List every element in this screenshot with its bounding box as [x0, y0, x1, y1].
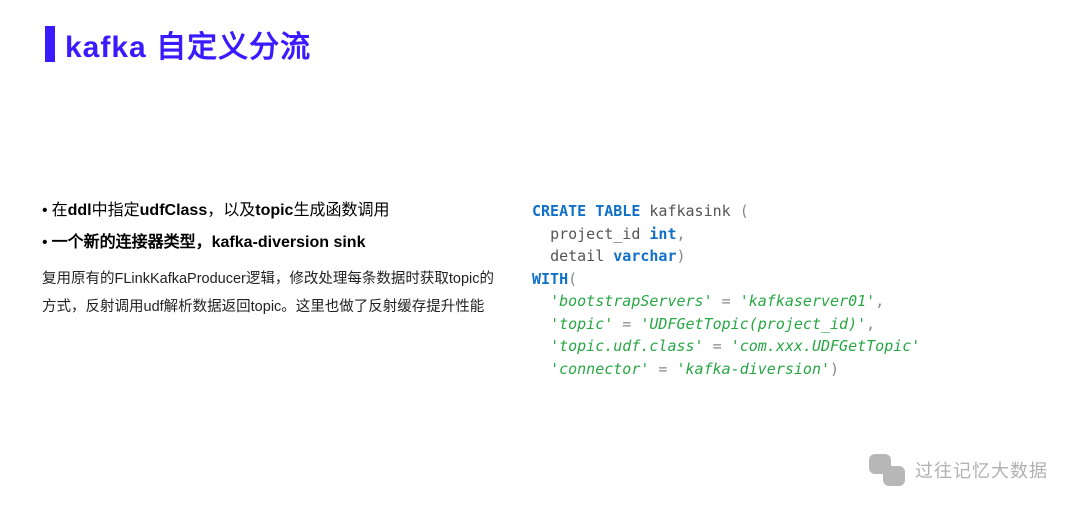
string: 'UDFGetTopic(project_id)' — [640, 315, 866, 333]
watermark: 过往记忆大数据 — [869, 454, 1048, 486]
bullet-item-2: •一个新的连接器类型，kafka-diversion sink — [42, 228, 502, 258]
code-column: CREATE TABLE kafkasink ( project_id int,… — [532, 196, 1050, 380]
punct: ) — [830, 360, 839, 378]
bold-span: kafka-diversion sink — [212, 234, 366, 251]
punct: , — [677, 225, 686, 243]
string: 'topic.udf.class' — [550, 337, 704, 355]
text-column: •在ddl中指定udfClass，以及topic生成函数调用 •一个新的连接器类… — [42, 196, 502, 380]
slide-title: kafka 自定义分流 — [65, 22, 311, 66]
punct: ( — [568, 270, 577, 288]
string: 'kafka-diversion' — [677, 360, 831, 378]
punct: , — [866, 315, 875, 333]
string: 'connector' — [550, 360, 649, 378]
sql-code-block: CREATE TABLE kafkasink ( project_id int,… — [532, 200, 1050, 380]
header-accent-bar — [45, 26, 55, 62]
bold-span: udfClass — [140, 202, 208, 219]
text-span: 生成函数调用 — [293, 202, 389, 219]
text-span: 中指定 — [92, 202, 140, 219]
slide-header: kafka 自定义分流 — [0, 0, 1080, 66]
punct: = — [649, 360, 676, 378]
wechat-icon — [869, 454, 905, 486]
string: 'com.xxx.UDFGetTopic' — [731, 337, 921, 355]
description-text: 复用原有的FLinkKafkaProducer逻辑，修改处理每条数据时获取top… — [42, 265, 502, 322]
punct: , — [875, 292, 884, 310]
bold-span: topic — [255, 202, 293, 219]
type: varchar — [613, 247, 676, 265]
string: 'kafkaserver01' — [740, 292, 875, 310]
punct: ( — [740, 202, 749, 220]
bold-span: ddl — [68, 202, 92, 219]
text-span: 在 — [52, 202, 68, 219]
punct: ) — [677, 247, 686, 265]
watermark-text: 过往记忆大数据 — [915, 457, 1048, 483]
type: int — [649, 225, 676, 243]
bullet-item-1: •在ddl中指定udfClass，以及topic生成函数调用 — [42, 196, 502, 226]
column-name: project_id — [550, 225, 649, 243]
punct: = — [713, 292, 740, 310]
slide-content: •在ddl中指定udfClass，以及topic生成函数调用 •一个新的连接器类… — [0, 66, 1080, 380]
string: 'bootstrapServers' — [550, 292, 713, 310]
bullet-dot: • — [42, 202, 48, 219]
punct: = — [613, 315, 640, 333]
keyword: WITH — [532, 270, 568, 288]
identifier: kafkasink — [640, 202, 739, 220]
punct: = — [704, 337, 731, 355]
text-span: ，以及 — [207, 202, 255, 219]
bullet-dot: • — [42, 234, 48, 251]
column-name: detail — [550, 247, 613, 265]
bold-span: 一个新的连接器类型， — [52, 234, 212, 251]
string: 'topic' — [550, 315, 613, 333]
keyword: CREATE TABLE — [532, 202, 640, 220]
